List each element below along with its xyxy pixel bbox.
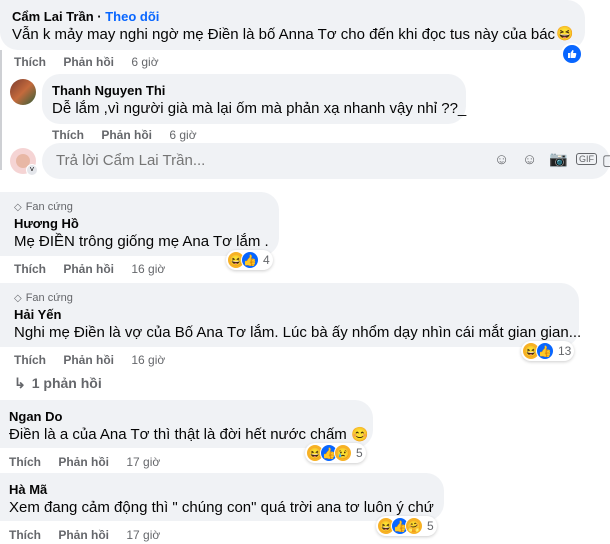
comment-bubble-hai-yen: ◇ Fan cứng Hải Yến Nghi mẹ Điền là vợ củ…	[0, 283, 582, 347]
commenter-name[interactable]: Hà Mã	[9, 482, 47, 497]
avatar-status-chevron-icon: ˅	[26, 164, 38, 176]
comment-actions: Thích Phản hồi 6 giờ	[14, 55, 173, 69]
like-link[interactable]: Thích	[52, 128, 84, 142]
camera-icon[interactable]: 📷	[549, 150, 568, 168]
fan-badge: Fan cứng	[25, 201, 73, 213]
comment-bubble-cam-lai-tran: Cẩm Lai Trần · Theo dõi Vẫn k mảy may ng…	[0, 0, 585, 50]
commenter-name[interactable]: Cẩm Lai Trần	[12, 9, 94, 24]
comment-actions: Thích Phản hồi 16 giờ	[14, 353, 179, 367]
reply-link[interactable]: Phản hồi	[63, 262, 114, 276]
comment-text: Điền là a của Ana Tơ thì thật là đời hết…	[9, 426, 347, 443]
comment-time[interactable]: 16 giờ	[131, 262, 165, 276]
comment-time[interactable]: 16 giờ	[131, 353, 165, 367]
reply-input-box[interactable]: ☺ ☺ 📷 GIF ▢	[42, 143, 610, 179]
reply-link[interactable]: Phản hồi	[63, 55, 114, 69]
reply-link[interactable]: Phản hồi	[58, 528, 109, 542]
reaction-summary[interactable]: 😆 👍 😢 5	[305, 443, 366, 463]
sticker-icon[interactable]: ▢	[602, 151, 610, 169]
like-link[interactable]: Thích	[14, 262, 46, 276]
reaction-summary[interactable]: 😆 👍 13	[521, 341, 575, 361]
reply-link[interactable]: Phản hồi	[101, 128, 152, 142]
commenter-name[interactable]: Thanh Nguyen Thi	[52, 83, 165, 98]
reply-link[interactable]: Phản hồi	[63, 353, 114, 367]
comment-time[interactable]: 6 giờ	[169, 128, 196, 142]
fan-badge: Fan cứng	[25, 292, 73, 304]
comment-actions: Thích Phản hồi 16 giờ	[14, 262, 179, 276]
comment-bubble-ngan-do: Ngan Do Điền là a của Ana Tơ thì thật là…	[0, 400, 373, 448]
avatar-thanh-nguyen-thi[interactable]	[10, 79, 36, 105]
comment-text: Nghi mẹ Điền là vợ của Bố Ana Tơ lắm. Lú…	[14, 324, 582, 341]
comment-text: Xem đang cảm động thì " chúng con" quá t…	[9, 499, 434, 516]
care-emoji-icon: 🤗	[405, 517, 423, 535]
comment-actions: Thích Phản hồi 17 giờ	[9, 455, 174, 469]
view-replies-link[interactable]: ↳ 1 phản hồi	[14, 375, 102, 392]
emoji-icon[interactable]: ☺	[522, 151, 537, 168]
comment-actions: Thích Phản hồi 17 giờ	[9, 528, 174, 542]
reply-link[interactable]: Phản hồi	[58, 455, 109, 469]
like-link[interactable]: Thích	[14, 55, 46, 69]
comment-time[interactable]: 17 giờ	[126, 455, 160, 469]
commenter-name[interactable]: Ngan Do	[9, 409, 62, 424]
like-link[interactable]: Thích	[9, 455, 41, 469]
comment-time[interactable]: 6 giờ	[131, 55, 158, 69]
follow-link[interactable]: Theo dõi	[105, 9, 159, 24]
gif-icon[interactable]: GIF	[576, 153, 597, 165]
reaction-summary[interactable]: 😆 👍 🤗 5	[376, 516, 437, 536]
like-thumb-icon: 👍	[241, 251, 259, 269]
like-link[interactable]: Thích	[14, 353, 46, 367]
comment-time[interactable]: 17 giờ	[126, 528, 160, 542]
avatar-sticker-icon[interactable]: ☺	[494, 151, 509, 168]
reaction-summary[interactable]: 😆 👍 4	[226, 250, 273, 270]
comment-text: Mẹ ĐIỀN trông giống mẹ Ana Tơ lắm .	[14, 233, 269, 250]
reply-input[interactable]	[54, 151, 478, 170]
haha-emoji-icon: 😆	[556, 25, 574, 41]
comment-actions: Thích Phản hồi 6 giờ	[52, 128, 211, 142]
commenter-name[interactable]: Hương Hồ	[14, 216, 79, 231]
smile-emoji-icon: 😊	[350, 426, 369, 442]
diamond-icon: ◇	[14, 201, 22, 213]
comment-bubble-huong-ho: ◇ Fan cứng Hương Hồ Mẹ ĐIỀN trông giống …	[0, 192, 279, 256]
like-link[interactable]: Thích	[9, 528, 41, 542]
comment-bubble-ha-ma: Hà Mã Xem đang cảm động thì " chúng con"…	[0, 473, 444, 521]
comment-text: Vẫn k mảy may nghi ngờ mẹ Điền là bố Ann…	[12, 26, 556, 43]
commenter-name[interactable]: Hải Yến	[14, 307, 61, 322]
like-badge-icon	[561, 43, 583, 65]
like-thumb-icon: 👍	[536, 342, 554, 360]
sad-emoji-icon: 😢	[334, 444, 352, 462]
diamond-icon: ◇	[14, 292, 22, 304]
comment-text: Dễ lắm ,vì người già mà lại ốm mà phản x…	[52, 100, 467, 117]
thread-line	[0, 50, 2, 170]
reply-arrow-icon: ↳	[14, 375, 26, 391]
comment-bubble-thanh-nguyen-thi: Thanh Nguyen Thi Dễ lắm ,vì người già mà…	[42, 74, 466, 124]
